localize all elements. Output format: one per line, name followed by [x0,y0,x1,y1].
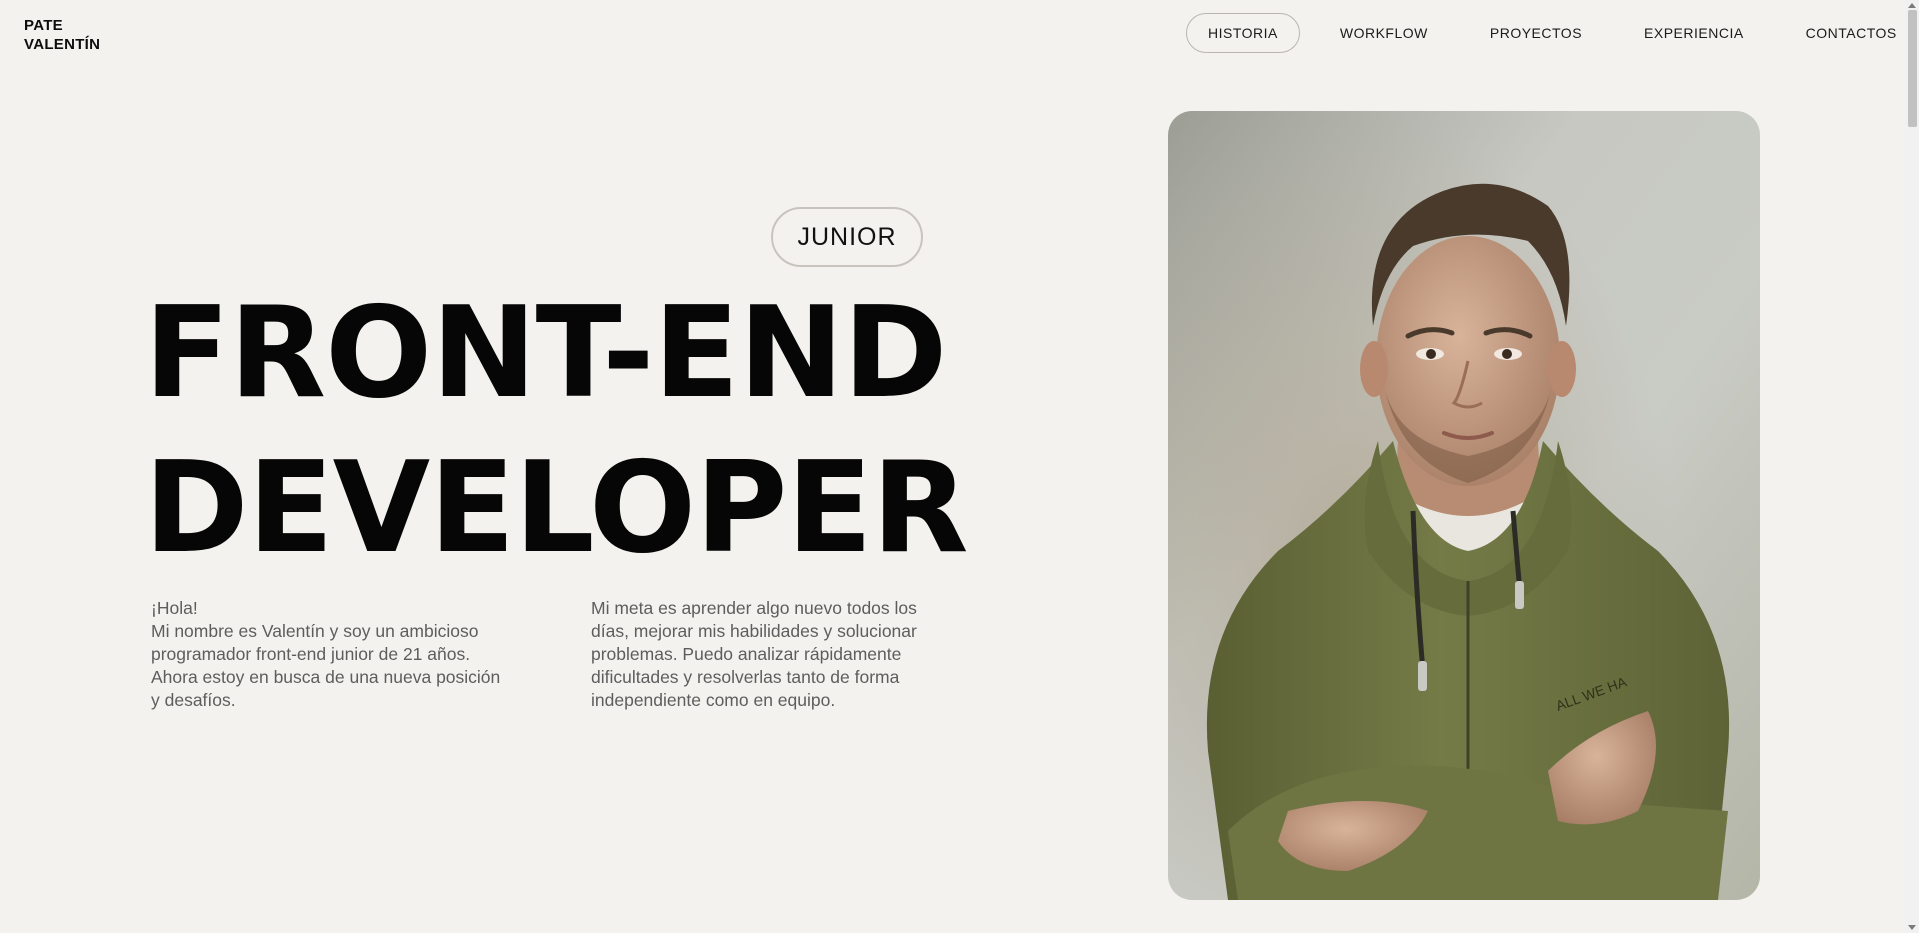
logo-line-1: PATE [24,17,63,34]
intro-left: ¡Hola! Mi nombre es Valentín y soy un am… [151,597,511,712]
intro-right: Mi meta es aprender algo nuevo todos los… [591,598,917,710]
logo-line-2: VALENTÍN [24,36,101,53]
scroll-thumb[interactable] [1908,10,1917,127]
scroll-up-icon[interactable] [1908,3,1916,8]
scroll-down-icon[interactable] [1908,925,1916,930]
nav-item-workflow[interactable]: WORKFLOW [1318,13,1450,53]
nav-item-proyectos[interactable]: PROYECTOS [1468,13,1604,53]
logo[interactable]: PATE VALENTÍN [24,16,100,54]
portrait-illustration: ALL WE HA [1168,111,1760,900]
scrollbar[interactable] [1905,0,1919,933]
hero-title-line-2: DEVELOPER [144,434,969,581]
junior-badge: JUNIOR [771,207,923,267]
intro-greeting: ¡Hola! [151,598,198,618]
intro-bio: Mi nombre es Valentín y soy un ambicioso… [151,621,501,710]
main-nav: HISTORIA WORKFLOW PROYECTOS EXPERIENCIA … [1186,13,1919,53]
nav-item-experiencia[interactable]: EXPERIENCIA [1622,13,1766,53]
hero-title-line-1: FRONT-END [144,279,947,426]
hero-title: FRONT-END DEVELOPER [144,275,969,585]
portrait-photo: ALL WE HA [1168,111,1760,900]
nav-item-historia[interactable]: HISTORIA [1186,13,1300,53]
nav-item-contactos[interactable]: CONTACTOS [1784,13,1919,53]
